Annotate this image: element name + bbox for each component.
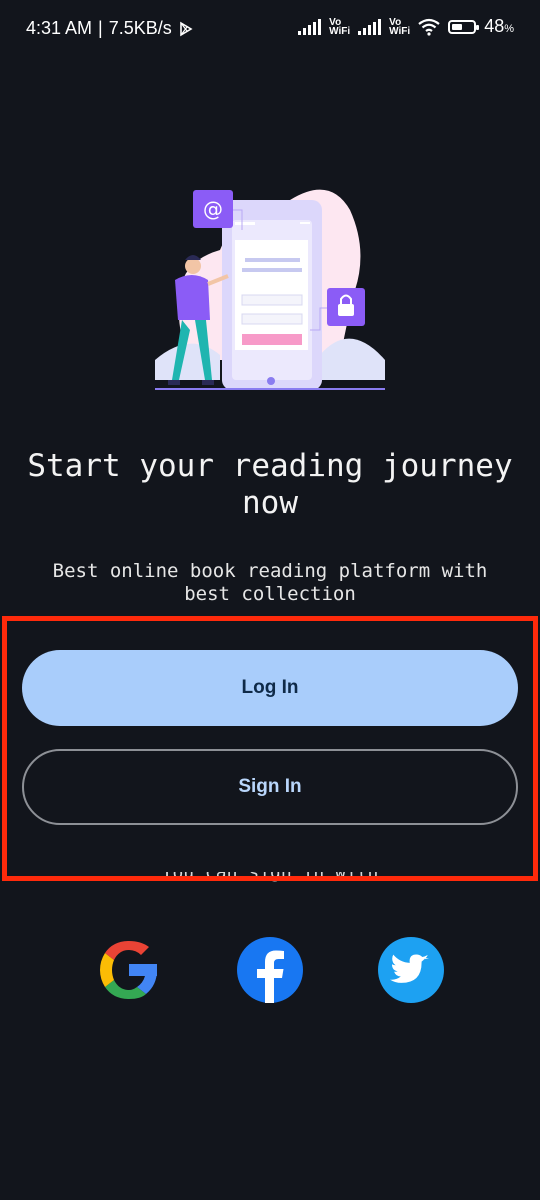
svg-text:@: @ [203,197,223,221]
status-right: Vo WiFi Vo WiFi 48% [298,16,514,37]
login-button[interactable]: Log In [22,650,518,726]
battery-icon [448,19,480,34]
signin-button[interactable]: Sign In [22,749,518,825]
login-illustration: @ [155,189,385,390]
signal-icon [298,18,322,35]
illustration-person [185,258,201,274]
page-title: Start your reading journey now [27,448,513,521]
wifi-icon [418,18,440,36]
battery-percent: 48% [484,16,514,36]
facebook-icon[interactable] [236,936,304,1004]
vowifi-indicator: Vo WiFi [329,16,351,37]
signal-icon-2 [358,18,382,35]
twitter-icon[interactable] [377,936,445,1004]
clock: 4:31 AM [26,18,93,38]
status-left: 4:31 AM | 7.5KB/s [26,18,194,39]
network-speed: 7.5KB/s [108,18,172,38]
status-bar: 4:31 AM | 7.5KB/s Vo WiFi Vo WiFi 48 % [0,0,540,58]
google-icon[interactable] [95,936,163,1004]
page-subtitle: Best online book reading platform with b… [52,560,488,605]
status-separator: | [98,18,103,38]
vowifi-indicator-2: Vo WiFi [389,16,411,37]
play-store-icon [179,21,193,36]
